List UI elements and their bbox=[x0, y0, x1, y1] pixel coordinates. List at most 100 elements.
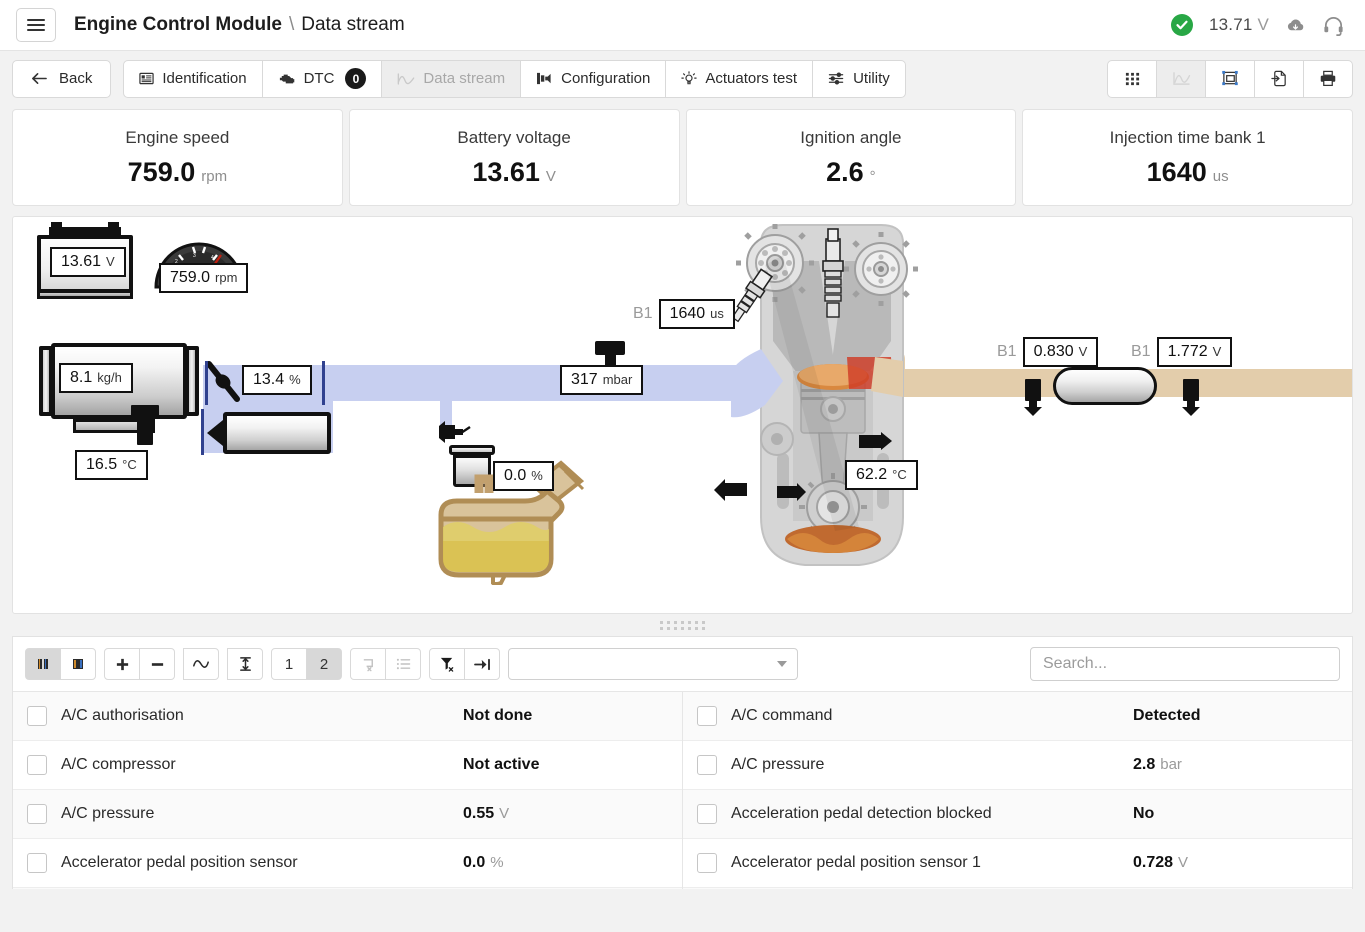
table-row[interactable]: A/C pressure 2.8 bar bbox=[683, 741, 1352, 790]
map-pressure-box: 317 mbar bbox=[560, 365, 643, 395]
headset-icon[interactable] bbox=[1322, 14, 1345, 37]
resize-grip-row bbox=[660, 621, 706, 624]
catalytic-converter-component bbox=[1053, 367, 1157, 405]
row-checkbox[interactable] bbox=[697, 853, 717, 873]
air-filter-maf-component bbox=[39, 343, 199, 453]
dtc-engine-icon bbox=[278, 72, 296, 86]
row-checkbox[interactable] bbox=[697, 804, 717, 824]
group-select[interactable] bbox=[508, 648, 798, 680]
parameter-value-wrap: Detected bbox=[1133, 707, 1338, 725]
kpi-unit: ° bbox=[870, 168, 876, 185]
row-checkbox[interactable] bbox=[27, 853, 47, 873]
kpi-value-wrap: 13.61 V bbox=[472, 157, 556, 188]
grid-view-button[interactable] bbox=[1107, 60, 1157, 98]
kpi-unit: us bbox=[1213, 168, 1229, 185]
parameter-name: Accelerator pedal position sensor 1 bbox=[731, 854, 1133, 872]
tab-dtc[interactable]: DTC 0 bbox=[262, 60, 383, 98]
o2-upstream-value: 0.830 bbox=[1034, 343, 1074, 361]
battery-voltage-box: 13.61 V bbox=[50, 247, 126, 277]
parameter-unit: V bbox=[1178, 854, 1188, 871]
row-checkbox[interactable] bbox=[27, 706, 47, 726]
table-row[interactable]: A/C compressor Not active bbox=[13, 741, 682, 790]
tab-configuration[interactable]: Configuration bbox=[520, 60, 666, 98]
table-row[interactable]: A/C command Detected bbox=[683, 692, 1352, 741]
parameter-value-wrap: 2.8 bar bbox=[1133, 756, 1338, 774]
clear-selection-button[interactable] bbox=[350, 648, 386, 680]
injection-time-readout: B1 1640 us bbox=[633, 299, 735, 329]
row-checkbox[interactable] bbox=[27, 755, 47, 775]
table-row[interactable]: Acceleration pedal detection blocked No bbox=[683, 790, 1352, 839]
crank-sensor-icon bbox=[713, 477, 747, 508]
kpi-label: Engine speed bbox=[125, 128, 229, 148]
column-2-button[interactable]: 2 bbox=[306, 648, 342, 680]
kpi-label: Battery voltage bbox=[457, 128, 570, 148]
pause-button[interactable] bbox=[25, 648, 61, 680]
back-button[interactable]: Back bbox=[12, 60, 111, 98]
parameter-name: Accelerator pedal position sensor bbox=[61, 854, 463, 872]
engine-speed-value: 759.0 bbox=[170, 269, 210, 287]
parameter-name: Acceleration pedal detection blocked bbox=[731, 805, 1133, 823]
filter-group bbox=[429, 648, 500, 680]
parameter-value-wrap: 0.728 V bbox=[1133, 854, 1338, 872]
tab-actuators-test[interactable]: Actuators test bbox=[665, 60, 813, 98]
o2-downstream-box: 1.772 V bbox=[1157, 337, 1233, 367]
graph-view-button[interactable] bbox=[1156, 60, 1206, 98]
parameter-value-wrap: 0.0 % bbox=[463, 854, 668, 872]
add-button[interactable] bbox=[104, 648, 140, 680]
parameter-value: 2.8 bbox=[1133, 756, 1155, 774]
table-row[interactable]: Accelerator pedal position sensor 1 0.00… bbox=[13, 888, 682, 889]
app-header: Engine Control Module \ Data stream 13.7… bbox=[0, 0, 1365, 51]
table-row[interactable]: Accelerator pedal position sensor 2 0.36… bbox=[683, 888, 1352, 889]
maf-unit: kg/h bbox=[97, 370, 122, 385]
graph-view-icon bbox=[1172, 71, 1191, 86]
kpi-card-engine-speed: Engine speed 759.0 rpm bbox=[12, 109, 343, 206]
tab-identification-label: Identification bbox=[162, 70, 246, 87]
table-row[interactable]: A/C authorisation Not done bbox=[13, 692, 682, 741]
remove-button[interactable] bbox=[139, 648, 175, 680]
menu-icon[interactable] bbox=[16, 8, 56, 42]
export-button[interactable] bbox=[1254, 60, 1304, 98]
search-input[interactable] bbox=[1030, 647, 1340, 681]
tab-configuration-label: Configuration bbox=[561, 70, 650, 87]
purge-valve-value: 0.0 bbox=[504, 467, 526, 485]
tab-utility[interactable]: Utility bbox=[812, 60, 906, 98]
idle-actuator-component bbox=[199, 412, 335, 458]
map-pressure-unit: mbar bbox=[603, 372, 633, 387]
curve-button[interactable] bbox=[183, 648, 219, 680]
parameter-value: 0.0 bbox=[463, 854, 485, 872]
tab-dtc-label: DTC bbox=[304, 70, 335, 87]
table-row[interactable]: A/C pressure 0.55 V bbox=[13, 790, 682, 839]
row-checkbox[interactable] bbox=[697, 706, 717, 726]
data-stream-icon bbox=[397, 72, 415, 86]
battery-voltage-unit: V bbox=[1257, 15, 1269, 34]
column-1-button[interactable]: 1 bbox=[271, 648, 307, 680]
o2-downstream-value: 1.772 bbox=[1168, 343, 1208, 361]
purge-valve-unit: % bbox=[531, 468, 543, 483]
kpi-card-injection-time-bank-1: Injection time bank 1 1640 us bbox=[1022, 109, 1353, 206]
cloud-icon[interactable] bbox=[1285, 15, 1306, 36]
diagram-view-button[interactable] bbox=[1205, 60, 1255, 98]
kpi-row: Engine speed 759.0 rpm Battery voltage 1… bbox=[0, 106, 1365, 206]
list-button[interactable] bbox=[385, 648, 421, 680]
coolant-temp-unit: °C bbox=[892, 467, 907, 482]
tab-identification[interactable]: Identification bbox=[123, 60, 262, 98]
coolant-temp-value: 62.2 bbox=[856, 466, 887, 484]
tab-data-stream[interactable]: Data stream bbox=[381, 60, 521, 98]
table-row[interactable]: Accelerator pedal position sensor 0.0 % bbox=[13, 839, 682, 888]
fit-height-button[interactable] bbox=[227, 648, 263, 680]
table-row[interactable]: Accelerator pedal position sensor 1 0.72… bbox=[683, 839, 1352, 888]
clear-filter-button[interactable] bbox=[429, 648, 465, 680]
identification-icon bbox=[139, 71, 154, 86]
o2-downstream-unit: V bbox=[1213, 344, 1222, 359]
row-checkbox[interactable] bbox=[27, 804, 47, 824]
print-button[interactable] bbox=[1303, 60, 1353, 98]
apply-button[interactable] bbox=[464, 648, 500, 680]
resize-grip-row bbox=[660, 627, 706, 630]
panel-resize-handle[interactable] bbox=[0, 614, 1365, 636]
stop-button[interactable] bbox=[60, 648, 96, 680]
parameter-value: Detected bbox=[1133, 707, 1201, 725]
battery-voltage-readout: 13.71 V bbox=[1209, 15, 1269, 35]
row-checkbox[interactable] bbox=[697, 755, 717, 775]
parameter-value-wrap: 0.55 V bbox=[463, 805, 668, 823]
kpi-label: Ignition angle bbox=[800, 128, 901, 148]
